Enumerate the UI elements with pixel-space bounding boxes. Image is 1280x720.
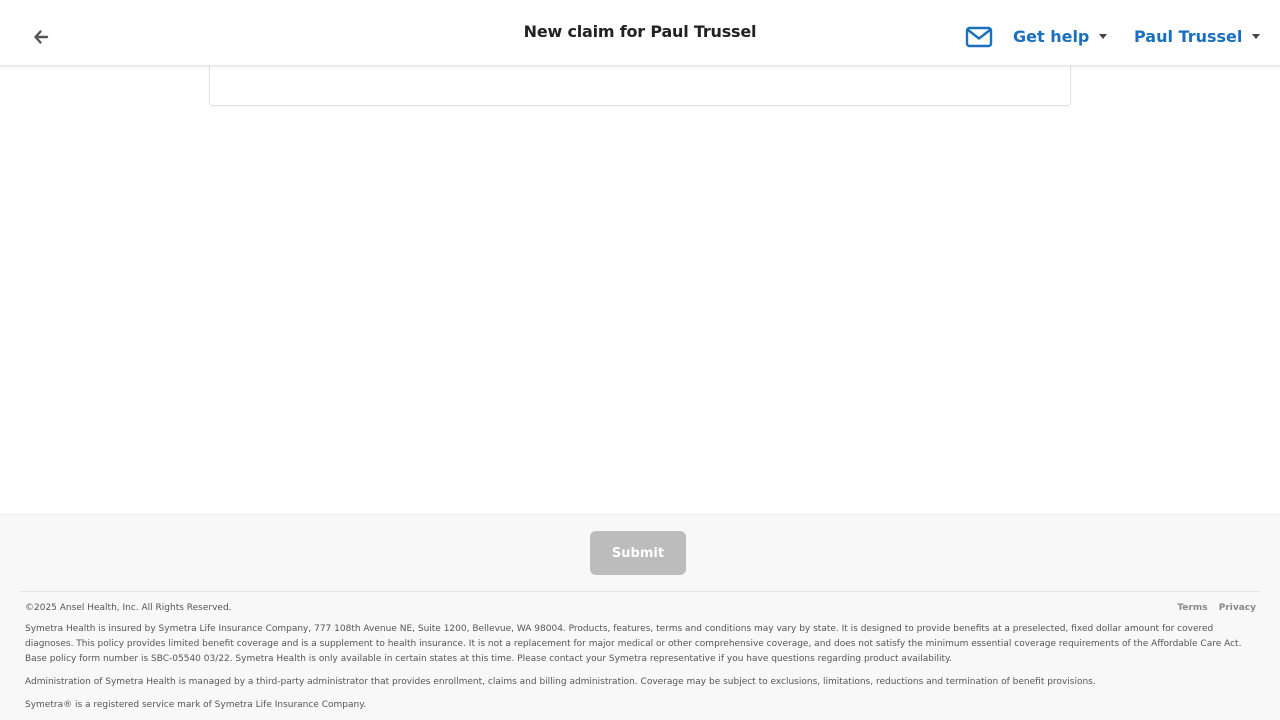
copyright-text: ©2025 Ansel Health, Inc. All Rights Rese… (25, 603, 232, 613)
user-account-menu[interactable]: Paul Trussel (1134, 27, 1261, 46)
footer-links: Terms Privacy (1169, 601, 1256, 616)
footer-divider (20, 591, 1260, 592)
get-help-menu[interactable]: Get help (1013, 27, 1108, 46)
privacy-link[interactable]: Privacy (1219, 603, 1256, 613)
page-footer: Submit ©2025 Ansel Health, Inc. All Righ… (0, 514, 1280, 720)
chevron-down-icon (1099, 34, 1108, 39)
top-navigation-bar: New claim for Paul Trussel Get help Paul… (0, 0, 1280, 66)
envelope-icon (965, 26, 993, 48)
submit-button[interactable]: Submit (590, 531, 686, 575)
contact-mail-button[interactable] (965, 26, 993, 48)
get-help-label: Get help (1013, 27, 1090, 46)
claim-form-card (209, 60, 1071, 106)
chevron-down-icon (1252, 34, 1261, 39)
insurance-disclaimer: Symetra Health is insured by Symetra Lif… (25, 624, 1242, 664)
user-name-label: Paul Trussel (1134, 27, 1243, 46)
trademark-notice: Symetra® is a registered service mark of… (25, 700, 367, 710)
terms-link[interactable]: Terms (1177, 603, 1207, 613)
administration-disclaimer: Administration of Symetra Health is mana… (25, 677, 1096, 687)
